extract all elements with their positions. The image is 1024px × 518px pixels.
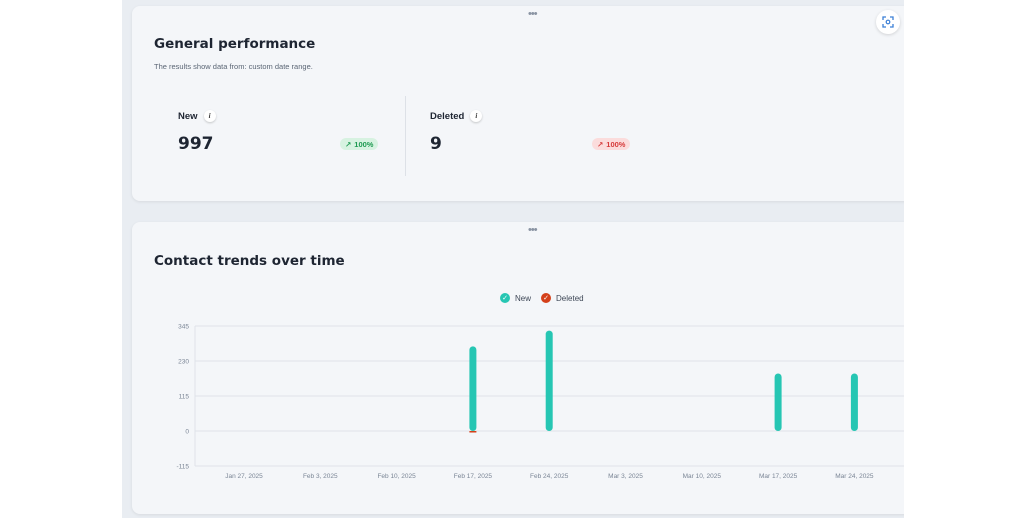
info-icon[interactable]: i [470,110,483,122]
metric-label: Deleted [430,110,465,122]
metric-new: New i 997 ↗ 100% [178,110,398,154]
metric-value: 9 [430,134,442,154]
divider [405,96,406,176]
x-tick-label: Feb 24, 2025 [530,473,569,480]
bar-new [774,373,782,431]
general-performance-card: ••• General performance The results show… [132,6,904,201]
x-tick-label: Feb 17, 2025 [454,473,493,480]
bar-deleted [469,431,477,433]
change-badge: ↗ 100% [340,138,379,150]
arrow-up-right-icon: ↗ [345,139,352,149]
y-tick-label: 0 [185,429,189,436]
arrow-up-right-icon: ↗ [597,139,604,149]
x-tick-label: Feb 3, 2025 [303,473,338,480]
dashboard-canvas: ••• General performance The results show… [122,0,904,518]
bar-new [469,346,477,431]
change-badge: ↗ 100% [592,138,631,150]
card-subtitle: The results show data from: custom date … [154,62,313,71]
x-tick-label: Feb 10, 2025 [377,473,416,480]
x-tick-label: Mar 3, 2025 [608,473,643,480]
screenshot-button[interactable] [876,10,900,34]
metric-value: 997 [178,134,214,154]
x-tick-label: Mar 10, 2025 [683,473,722,480]
contact-trends-card: ••• Contact trends over time ✓ New ✓ Del… [132,222,904,514]
y-tick-label: 345 [178,324,189,331]
y-tick-label: 115 [179,394,190,401]
x-tick-label: Mar 24, 2025 [835,473,874,480]
metric-deleted: Deleted i 9 ↗ 100% [430,110,670,154]
info-icon[interactable]: i [203,110,216,122]
x-tick-label: Mar 17, 2025 [759,473,798,480]
x-tick-label: Jan 27, 2025 [225,473,263,480]
drag-handle[interactable]: ••• [528,8,538,20]
y-tick-label: 230 [178,359,189,366]
y-tick-label: -115 [176,464,189,471]
scan-icon [882,16,894,28]
metric-label: New [178,110,198,122]
card-title: General performance [154,36,316,52]
bar-new [545,330,553,431]
bar-new [850,373,858,431]
trend-chart: 345 230 115 0 -115 Jan 27, 2025 Feb 3, 2025 Feb… [176,324,904,480]
